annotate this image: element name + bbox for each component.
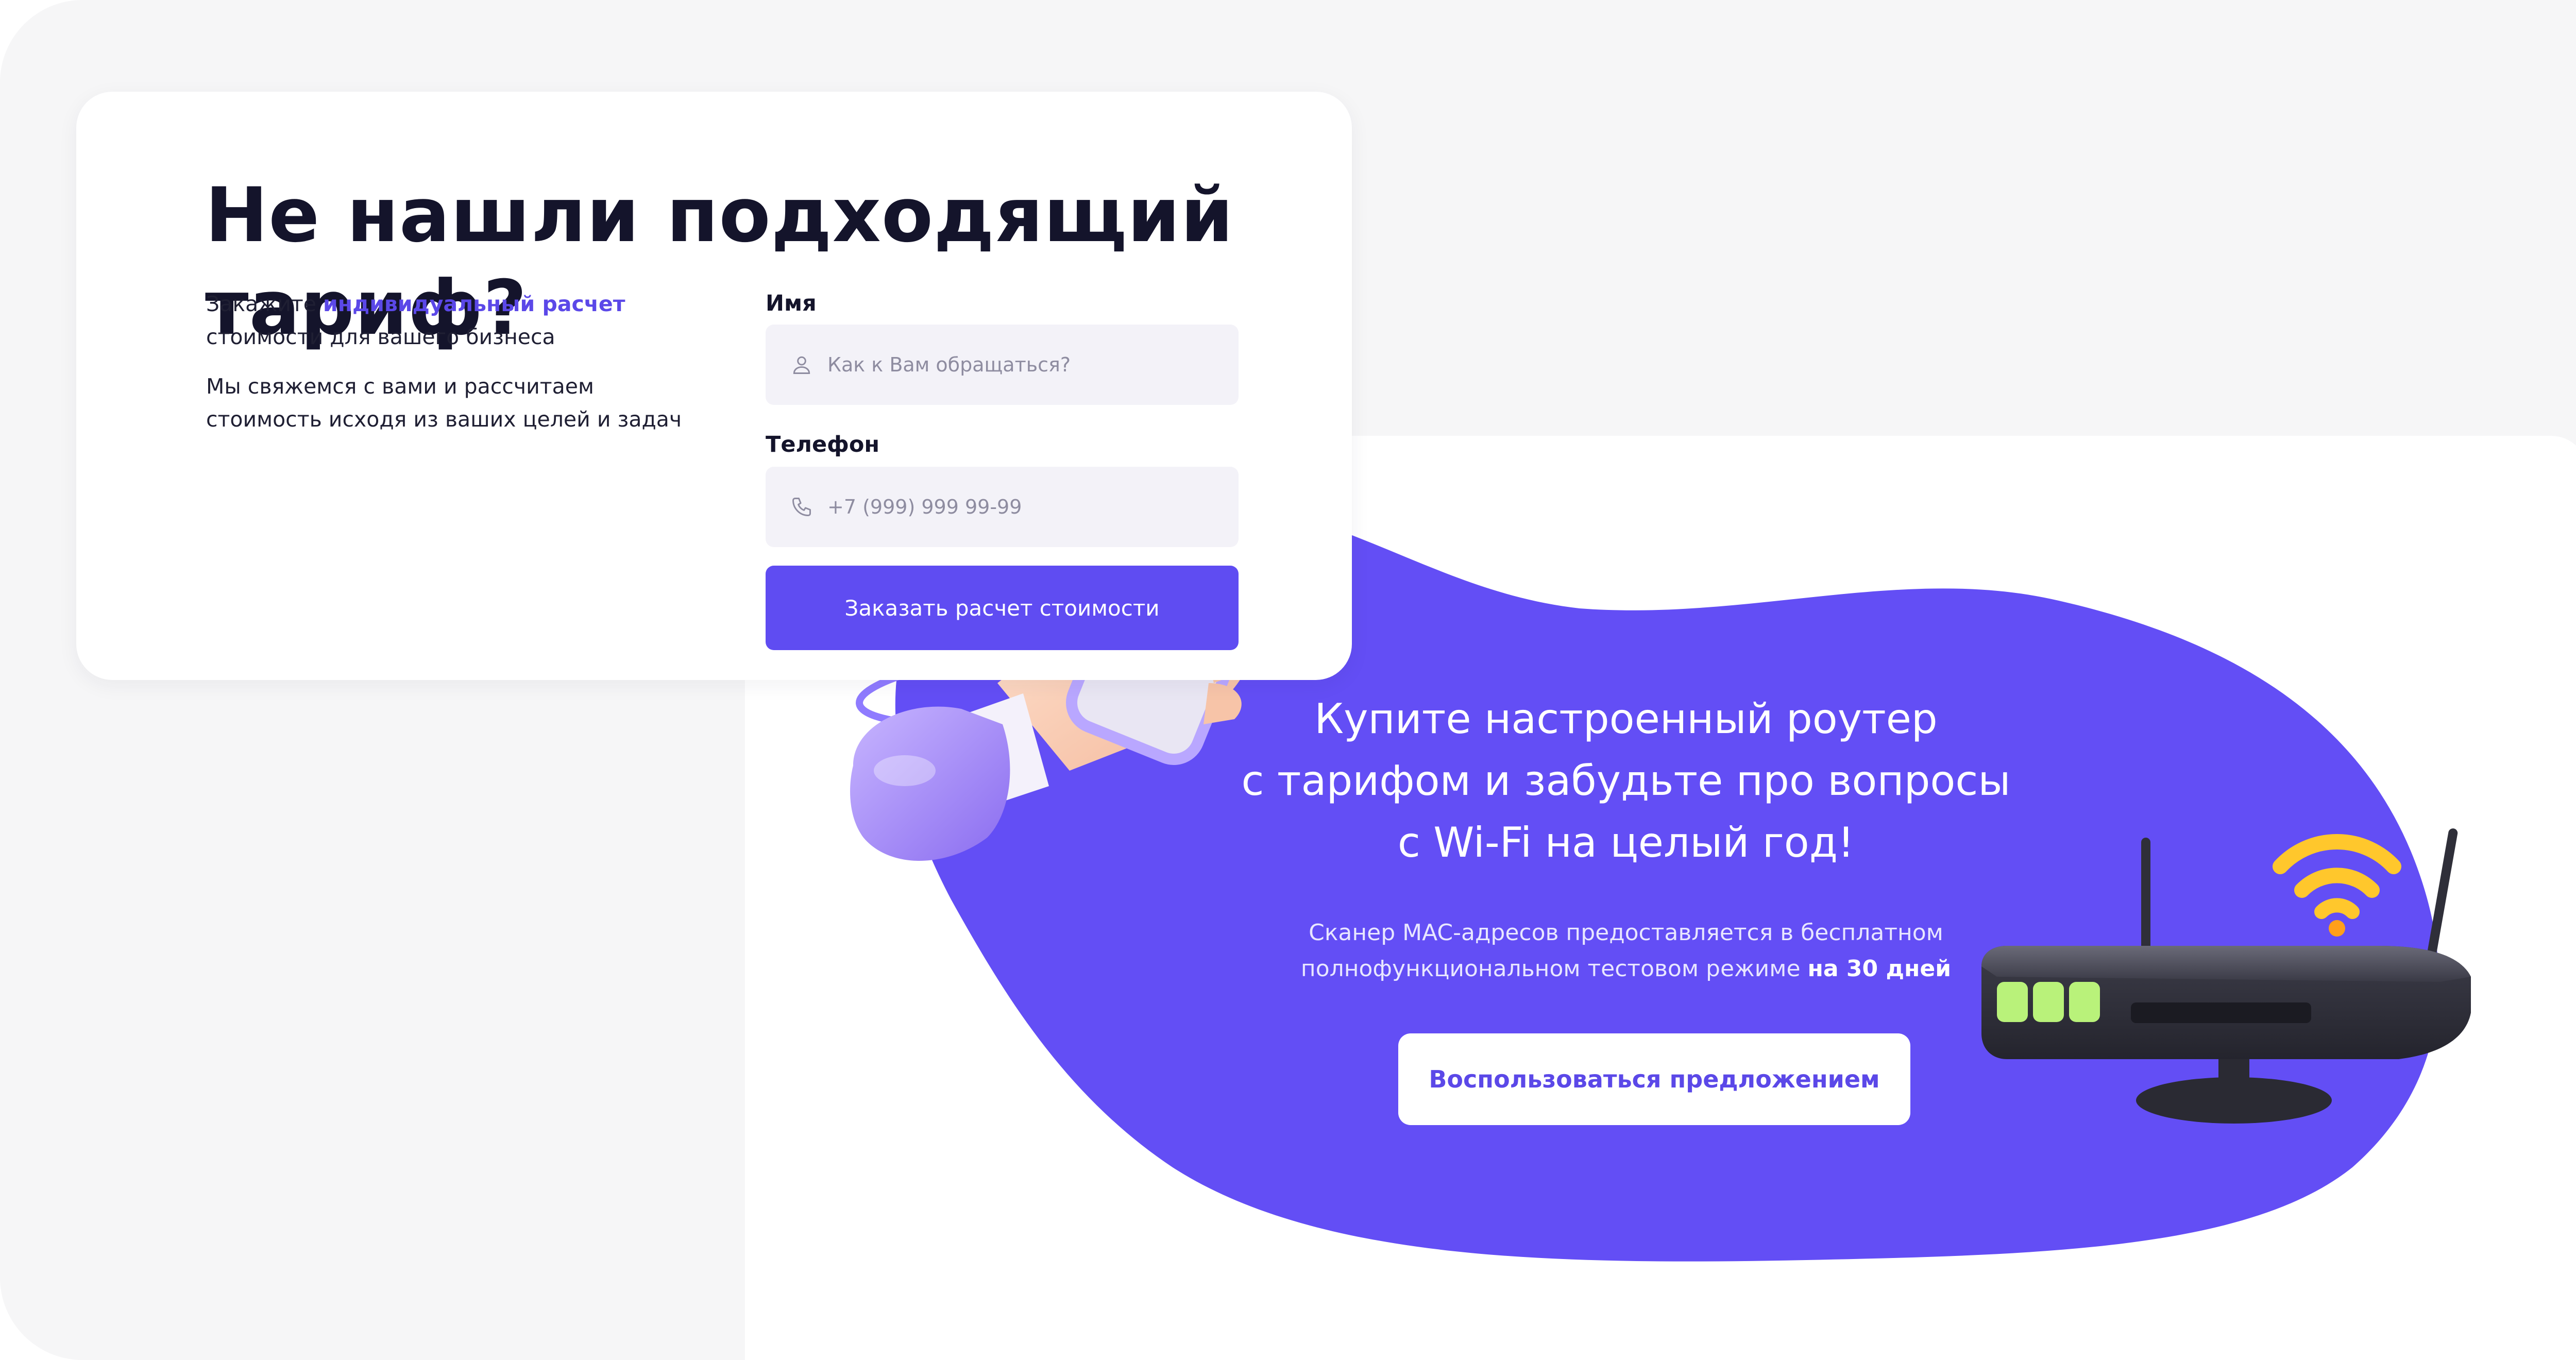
phone-icon [790, 496, 813, 518]
name-input[interactable] [826, 353, 1220, 377]
promo-title: Купите настроенный роутер с тарифом и за… [1241, 695, 2011, 866]
description-prefix: Закажите [206, 292, 324, 316]
description-suffix: стоимости для вашего бизнеса [206, 325, 555, 349]
promo-subtitle: Сканер MAC-адресов предоставляется в бес… [1229, 915, 2023, 987]
phone-input[interactable] [826, 495, 1220, 519]
description-highlight: индивидуальный расчет [323, 292, 625, 316]
page-background: Купите настроенный роутер с тарифом и за… [0, 0, 2576, 1360]
user-icon [790, 353, 813, 376]
custom-quote-form-card: Не нашли подходящий тариф? Закажите инди… [76, 92, 1352, 680]
name-field[interactable] [766, 325, 1239, 405]
phone-field-label: Телефон [766, 432, 880, 457]
use-offer-button[interactable]: Воспользоваться предложением [1398, 1033, 1910, 1125]
form-description-2: Мы свяжемся с вами и рассчитаем стоимост… [206, 374, 682, 432]
promo-subtitle-highlight: на 30 дней [1807, 956, 1952, 982]
phone-field[interactable] [766, 467, 1239, 547]
router-illustration [1981, 828, 2471, 1124]
form-description-1: Закажите индивидуальный расчет стоимости… [206, 287, 711, 353]
order-quote-button[interactable]: Заказать расчет стоимости [766, 566, 1239, 650]
name-field-label: Имя [766, 291, 817, 316]
